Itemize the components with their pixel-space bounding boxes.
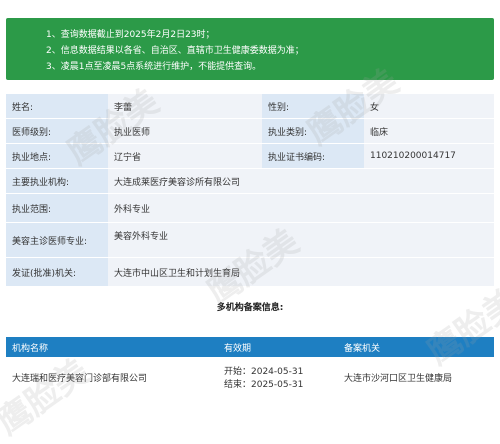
scope-label: 执业范围: xyxy=(6,193,108,223)
level-value: 执业医师 xyxy=(108,118,262,144)
col-agency: 备案机关 xyxy=(338,337,494,357)
cosmetic-label: 美容主诊医师专业: xyxy=(6,222,108,258)
notice-banner: 1、查询数据截止到2025年2月2日23时； 2、信息数据结果以各省、自治区、直… xyxy=(6,18,494,80)
col-validity: 有效期 xyxy=(218,337,338,357)
row-start-date: 开始：2024-05-31 xyxy=(224,367,304,377)
category-value: 临床 xyxy=(364,118,494,144)
issuer-label: 发证(批准)机关: xyxy=(6,257,108,286)
notice-line-1: 1、查询数据截止到2025年2月2日23时； xyxy=(46,30,215,40)
name-value: 李蕾 xyxy=(108,93,262,119)
location-label: 执业地点: xyxy=(6,143,108,169)
notice-line-2: 2、信息数据结果以各省、自治区、直辖市卫生健康委数据为准； xyxy=(46,46,304,56)
doctor-info-table: 姓名: 李蕾 性别: 女 医师级别: 执业医师 执业类别: 临床 执业地点: 辽… xyxy=(6,93,494,286)
name-label: 姓名: xyxy=(6,93,108,119)
col-org-name: 机构名称 xyxy=(6,337,218,357)
issuer-value: 大连市中山区卫生和计划生育局 xyxy=(108,257,494,286)
level-label: 医师级别: xyxy=(6,118,108,144)
scope-value: 外科专业 xyxy=(108,193,494,223)
gender-label: 性别: xyxy=(262,93,364,119)
category-label: 执业类别: xyxy=(262,118,364,144)
org-label: 主要执业机构: xyxy=(6,168,108,194)
row-validity: 开始：2024-05-31 结束：2025-05-31 xyxy=(218,357,338,397)
cosmetic-value: 美容外科专业 xyxy=(108,222,494,258)
org-value: 大连成莱医疗美容诊所有限公司 xyxy=(108,168,494,194)
row-end-date: 结束：2025-05-31 xyxy=(224,380,304,390)
table-row: 大连瑞和医疗美容门诊部有限公司 开始：2024-05-31 结束：2025-05… xyxy=(6,357,494,397)
multi-org-title: 多机构备案信息: xyxy=(216,303,284,313)
location-value: 辽宁省 xyxy=(108,143,262,169)
cert-label: 执业证书编码: xyxy=(262,143,364,169)
row-org-name: 大连瑞和医疗美容门诊部有限公司 xyxy=(6,357,218,397)
notice-line-3: 3、凌晨1点至凌晨5点系统进行维护，不能提供查询。 xyxy=(46,62,262,72)
gender-value: 女 xyxy=(364,93,494,119)
cert-value: 110210200014717 xyxy=(364,143,494,169)
row-agency: 大连市沙河口区卫生健康局 xyxy=(338,357,494,397)
multi-org-table: 机构名称 有效期 备案机关 大连瑞和医疗美容门诊部有限公司 开始：2024-05… xyxy=(6,337,494,397)
